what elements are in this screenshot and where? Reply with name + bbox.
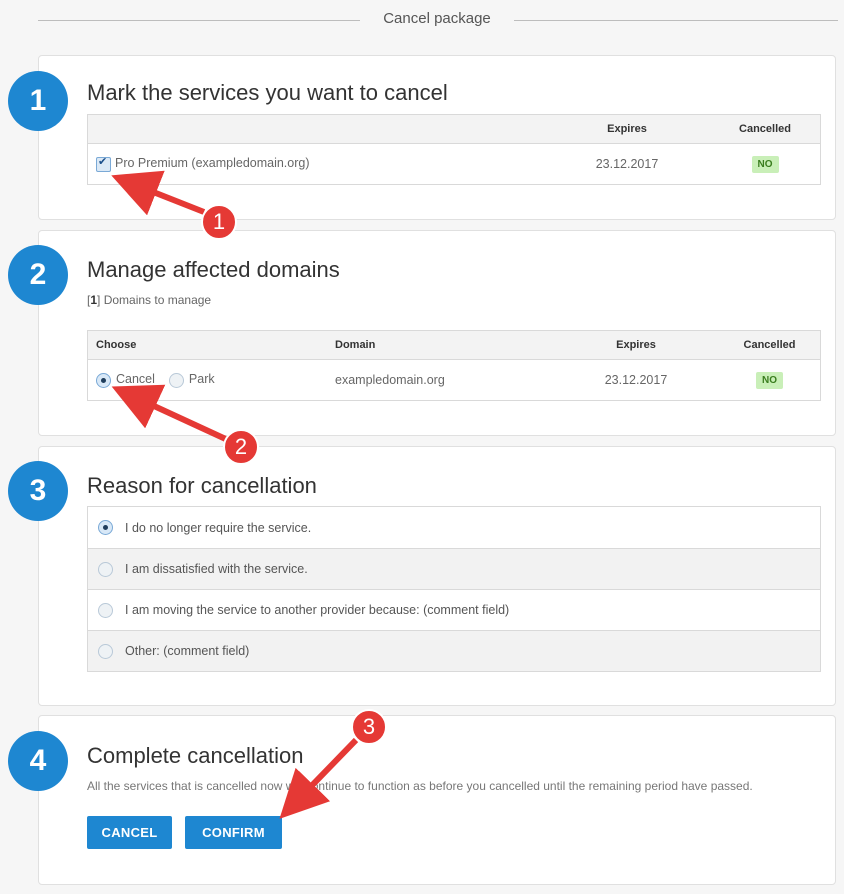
arrow-1: [111, 170, 206, 216]
annotation-marker-2: 2: [223, 429, 259, 465]
annotation-arrows: [111, 170, 359, 819]
annotation-marker-3: 3: [351, 709, 387, 745]
annotation-marker-1: 1: [201, 204, 237, 240]
arrow-3: [279, 737, 359, 819]
arrow-2: [111, 384, 232, 444]
